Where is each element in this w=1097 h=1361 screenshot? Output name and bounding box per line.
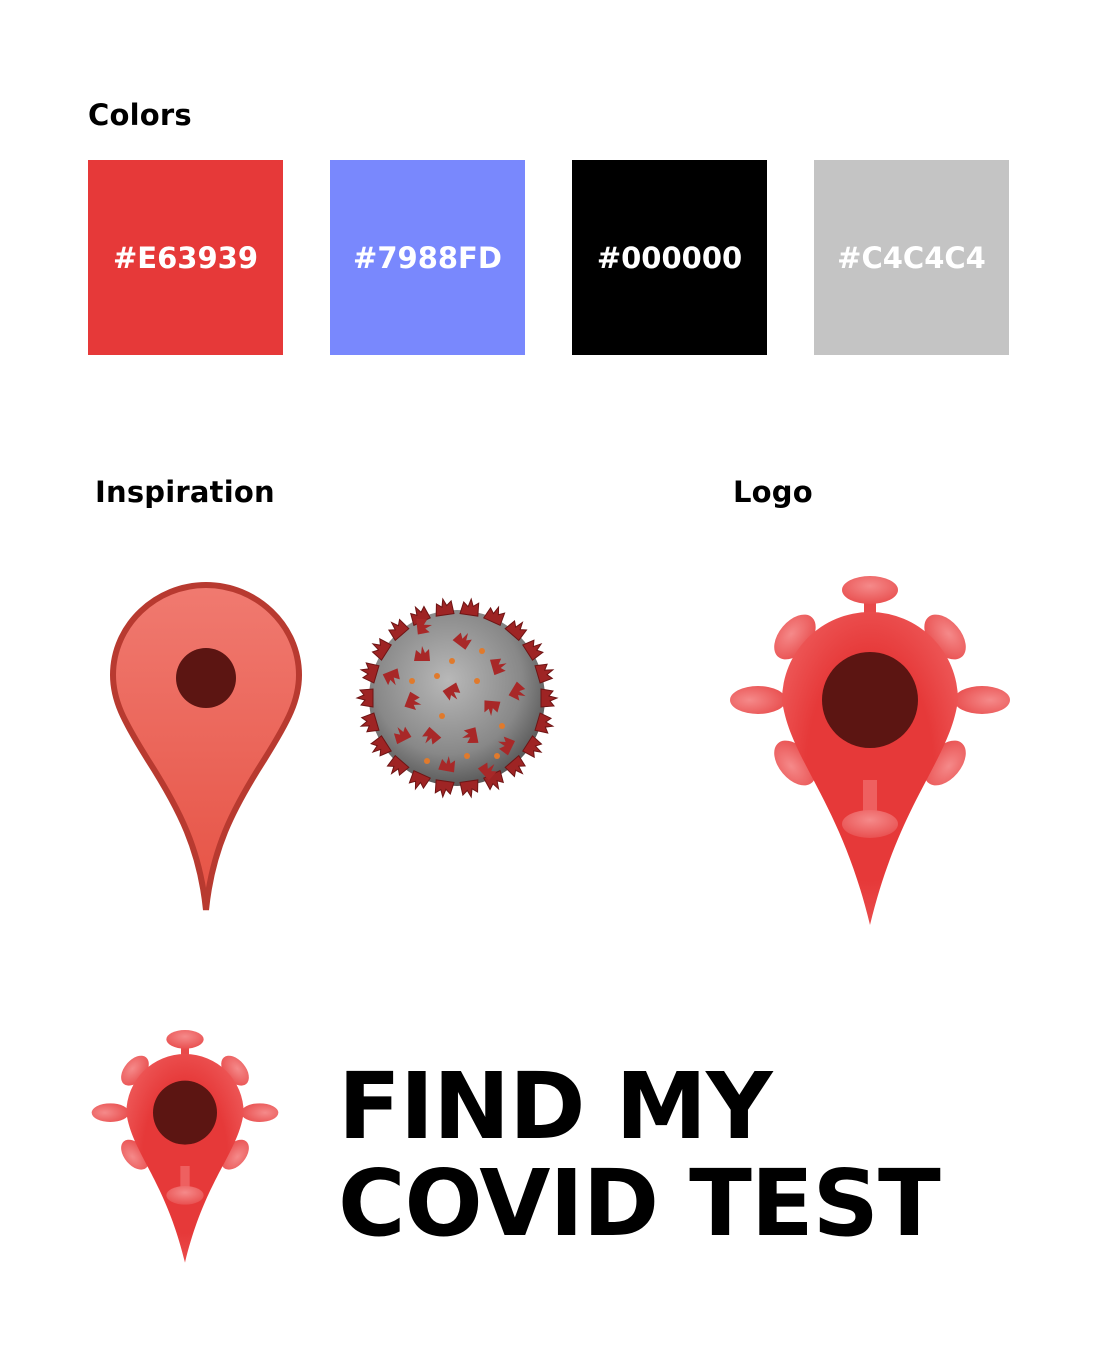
color-swatch-label: #E63939: [113, 240, 258, 275]
wordmark-line-1: FIND MY: [338, 1053, 773, 1160]
colors-heading: Colors: [88, 98, 192, 132]
color-swatch-label: #C4C4C4: [837, 240, 986, 275]
wordmark-line-2: COVID TEST: [338, 1150, 941, 1257]
color-swatch-black: #000000: [572, 160, 767, 355]
color-swatch-blue: #7988FD: [330, 160, 525, 355]
color-swatch-label: #000000: [596, 240, 743, 275]
inspiration-heading: Inspiration: [95, 475, 275, 509]
virus-pin-logo-icon: [730, 576, 1010, 925]
color-swatch-gray: #C4C4C4: [814, 160, 1009, 355]
logo-heading: Logo: [733, 475, 813, 509]
virus-pin-logo-small-icon: [91, 1030, 279, 1263]
color-swatch-red: #E63939: [88, 160, 283, 355]
coronavirus-icon: [355, 597, 559, 799]
color-swatch-label: #7988FD: [353, 240, 502, 275]
map-pin-icon: [109, 581, 303, 911]
wordmark: FIND MY COVID TEST: [338, 1053, 941, 1257]
